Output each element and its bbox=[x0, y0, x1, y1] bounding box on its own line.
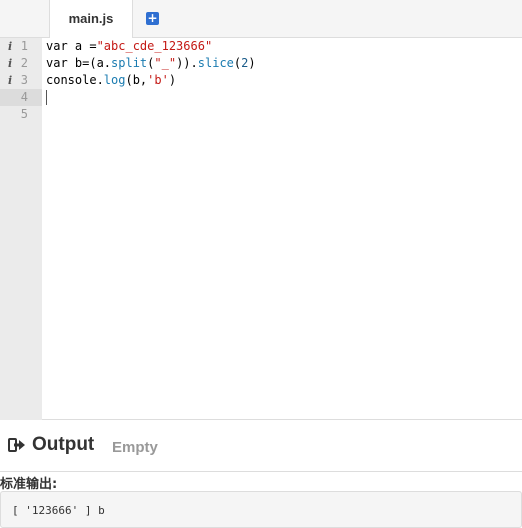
info-icon[interactable]: i bbox=[8, 55, 12, 72]
code-line-2[interactable]: var b=(a.split("_")).slice(2) bbox=[46, 55, 256, 72]
gutter-row-3: i 3 bbox=[0, 72, 42, 89]
code-runner: main.js + i 1 i 2 i 3 4 5 var a ="abc_cd… bbox=[0, 0, 522, 528]
code-token: )). bbox=[176, 56, 198, 70]
code-line-1[interactable]: var a ="abc_cde_123666" bbox=[46, 38, 212, 55]
code-line-3[interactable]: console.log(b,'b') bbox=[46, 72, 176, 89]
code-token: 'b' bbox=[147, 73, 169, 87]
line-gutter: i 1 i 2 i 3 4 5 bbox=[0, 38, 42, 420]
code-token: slice bbox=[197, 56, 234, 70]
line-number: 5 bbox=[20, 107, 28, 121]
code-token: "abc_cde_123666" bbox=[96, 39, 213, 53]
sign-out-icon bbox=[8, 438, 25, 452]
code-token: (b, bbox=[125, 73, 148, 87]
gutter-row-2: i 2 bbox=[0, 55, 42, 72]
gutter-row-1: i 1 bbox=[0, 38, 42, 55]
code-editor[interactable]: i 1 i 2 i 3 4 5 var a ="abc_cde_123666" … bbox=[0, 38, 522, 420]
gutter-row-5: 5 bbox=[0, 106, 42, 123]
stdout-label: 标准输出: bbox=[0, 477, 58, 492]
info-icon[interactable]: i bbox=[8, 72, 12, 89]
line-number: 3 bbox=[20, 73, 28, 87]
output-title: Output bbox=[32, 434, 95, 455]
stdout-text: [ '123666' ] b bbox=[12, 504, 105, 517]
text-cursor bbox=[46, 90, 47, 105]
plus-square-icon[interactable]: + bbox=[146, 12, 159, 25]
line-number: 4 bbox=[20, 90, 28, 104]
gutter-row-4: 4 bbox=[0, 89, 42, 106]
line-number: 1 bbox=[20, 39, 28, 53]
tab-main-js[interactable]: main.js bbox=[49, 0, 133, 38]
output-status: Empty bbox=[112, 439, 158, 456]
output-header: Output Empty bbox=[0, 420, 522, 472]
tab-bar: main.js + bbox=[0, 0, 522, 38]
info-icon[interactable]: i bbox=[8, 38, 12, 55]
code-token: log bbox=[103, 73, 126, 87]
code-token: ) bbox=[168, 73, 177, 87]
code-token: console. bbox=[46, 73, 104, 87]
code-token: var b=(a. bbox=[46, 56, 112, 70]
code-area[interactable]: var a ="abc_cde_123666" var b=(a.split("… bbox=[46, 38, 522, 420]
code-token: "_" bbox=[154, 56, 177, 70]
code-token: ) bbox=[248, 56, 256, 70]
code-token: split bbox=[111, 56, 148, 70]
line-number: 2 bbox=[20, 56, 28, 70]
stdout-box: [ '123666' ] b bbox=[0, 491, 522, 528]
code-token: var a = bbox=[46, 39, 97, 53]
